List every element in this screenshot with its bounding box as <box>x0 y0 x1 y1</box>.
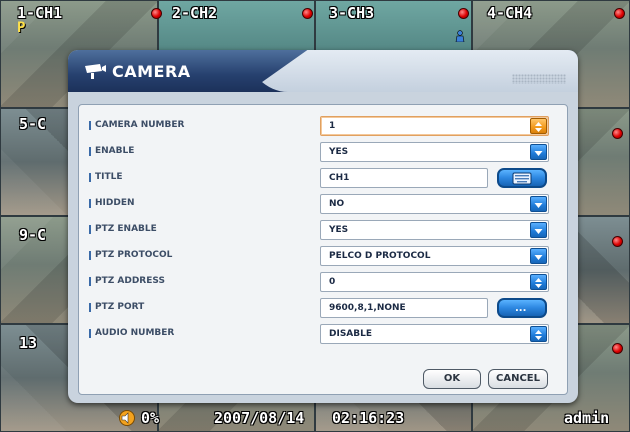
header-dots-decoration <box>512 74 566 84</box>
record-indicator-icon <box>612 236 623 247</box>
setting-row-ptz-address: PTZ ADDRESS 0 <box>79 269 569 295</box>
ptz-port-field[interactable]: 9600,8,1,NONE <box>320 298 488 318</box>
more-label: ... <box>515 303 527 314</box>
cancel-button[interactable]: CANCEL <box>488 369 548 389</box>
ptz-port-label: PTZ PORT <box>95 302 145 312</box>
ptz-port-value: 9600,8,1,NONE <box>329 303 406 313</box>
ptz-protocol-label: PTZ PROTOCOL <box>95 250 173 260</box>
camera-icon <box>85 64 106 79</box>
record-indicator-icon <box>612 128 623 139</box>
record-indicator-icon <box>614 8 625 19</box>
settings-panel: CAMERA NUMBER 1 ENABLE YES TITLE CH1 HID… <box>78 104 568 395</box>
row-marker <box>89 277 91 286</box>
camera-number-value: 1 <box>329 121 336 131</box>
setting-row-camera-number: CAMERA NUMBER 1 <box>79 113 569 139</box>
title-label: TITLE <box>95 172 123 182</box>
row-marker <box>89 225 91 234</box>
row-marker <box>89 121 91 130</box>
current-user[interactable]: admin <box>564 409 609 427</box>
chevron-down-icon[interactable] <box>530 248 547 264</box>
volume-level: 0% <box>141 409 160 427</box>
ptz-address-spinner[interactable]: 0 <box>320 272 549 292</box>
chevron-down-icon[interactable] <box>530 222 547 238</box>
channel-label-4: 4-CH4 <box>487 4 533 22</box>
enable-label: ENABLE <box>95 146 135 156</box>
ptz-address-value: 0 <box>329 277 336 287</box>
channel-label-5: 5-C <box>19 115 47 133</box>
audio-number-value: DISABLE <box>329 329 373 339</box>
channel-label-13: 13 <box>19 334 38 352</box>
hidden-dropdown[interactable]: NO <box>320 194 549 214</box>
record-indicator-icon <box>151 8 162 19</box>
row-marker <box>89 303 91 312</box>
channel-label-9: 9-C <box>19 226 47 244</box>
spinner-arrows-icon[interactable] <box>530 326 547 342</box>
dialog-title: CAMERA <box>112 62 191 81</box>
ptz-address-label: PTZ ADDRESS <box>95 276 165 286</box>
keyboard-icon <box>512 172 532 185</box>
setting-row-enable: ENABLE YES <box>79 139 569 165</box>
camera-settings-dialog: CAMERA CAMERA NUMBER 1 ENABLE YES TITLE … <box>68 50 578 403</box>
ok-button[interactable]: OK <box>423 369 481 389</box>
motion-person-icon <box>455 30 465 42</box>
enable-dropdown[interactable]: YES <box>320 142 549 162</box>
spinner-arrows-icon[interactable] <box>530 274 547 290</box>
status-bar: 0% 2007/08/14 02:16:23 admin <box>0 400 630 432</box>
record-indicator-icon <box>612 343 623 354</box>
status-time: 02:16:23 <box>332 409 405 427</box>
row-marker <box>89 329 91 338</box>
audio-number-label: AUDIO NUMBER <box>95 328 175 338</box>
dialog-header[interactable]: CAMERA <box>68 50 578 92</box>
row-marker <box>89 173 91 182</box>
keyboard-button[interactable] <box>497 168 547 188</box>
ptz-protocol-value: PELCO D PROTOCOL <box>329 251 431 261</box>
title-field[interactable]: CH1 <box>320 168 488 188</box>
title-value: CH1 <box>329 173 350 183</box>
ptz-enable-dropdown[interactable]: YES <box>320 220 549 240</box>
ptz-enable-label: PTZ ENABLE <box>95 224 157 234</box>
channel-label-3: 3-CH3 <box>329 4 375 22</box>
setting-row-ptz-protocol: PTZ PROTOCOL PELCO D PROTOCOL <box>79 243 569 269</box>
speaker-icon[interactable] <box>117 410 137 426</box>
setting-row-ptz-enable: PTZ ENABLE YES <box>79 217 569 243</box>
chevron-down-icon[interactable] <box>530 196 547 212</box>
setting-row-ptz-port: PTZ PORT 9600,8,1,NONE ... <box>79 295 569 321</box>
record-indicator-icon <box>302 8 313 19</box>
camera-number-spinner[interactable]: 1 <box>320 116 549 136</box>
status-date: 2007/08/14 <box>214 409 305 427</box>
record-indicator-icon <box>458 8 469 19</box>
ptz-badge: P <box>17 20 26 36</box>
ptz-protocol-dropdown[interactable]: PELCO D PROTOCOL <box>320 246 549 266</box>
camera-number-label: CAMERA NUMBER <box>95 120 185 130</box>
ptz-enable-value: YES <box>329 225 349 235</box>
row-marker <box>89 147 91 156</box>
channel-label-2: 2-CH2 <box>172 4 218 22</box>
setting-row-hidden: HIDDEN NO <box>79 191 569 217</box>
audio-number-spinner[interactable]: DISABLE <box>320 324 549 344</box>
setting-row-audio-number: AUDIO NUMBER DISABLE <box>79 321 569 347</box>
header-decoration <box>248 50 578 92</box>
row-marker <box>89 199 91 208</box>
hidden-value: NO <box>329 199 345 209</box>
row-marker <box>89 251 91 260</box>
hidden-label: HIDDEN <box>95 198 135 208</box>
ptz-port-more-button[interactable]: ... <box>497 298 547 318</box>
spinner-arrows-icon[interactable] <box>530 118 547 134</box>
enable-value: YES <box>329 147 349 157</box>
chevron-down-icon[interactable] <box>530 144 547 160</box>
setting-row-title: TITLE CH1 <box>79 165 569 191</box>
